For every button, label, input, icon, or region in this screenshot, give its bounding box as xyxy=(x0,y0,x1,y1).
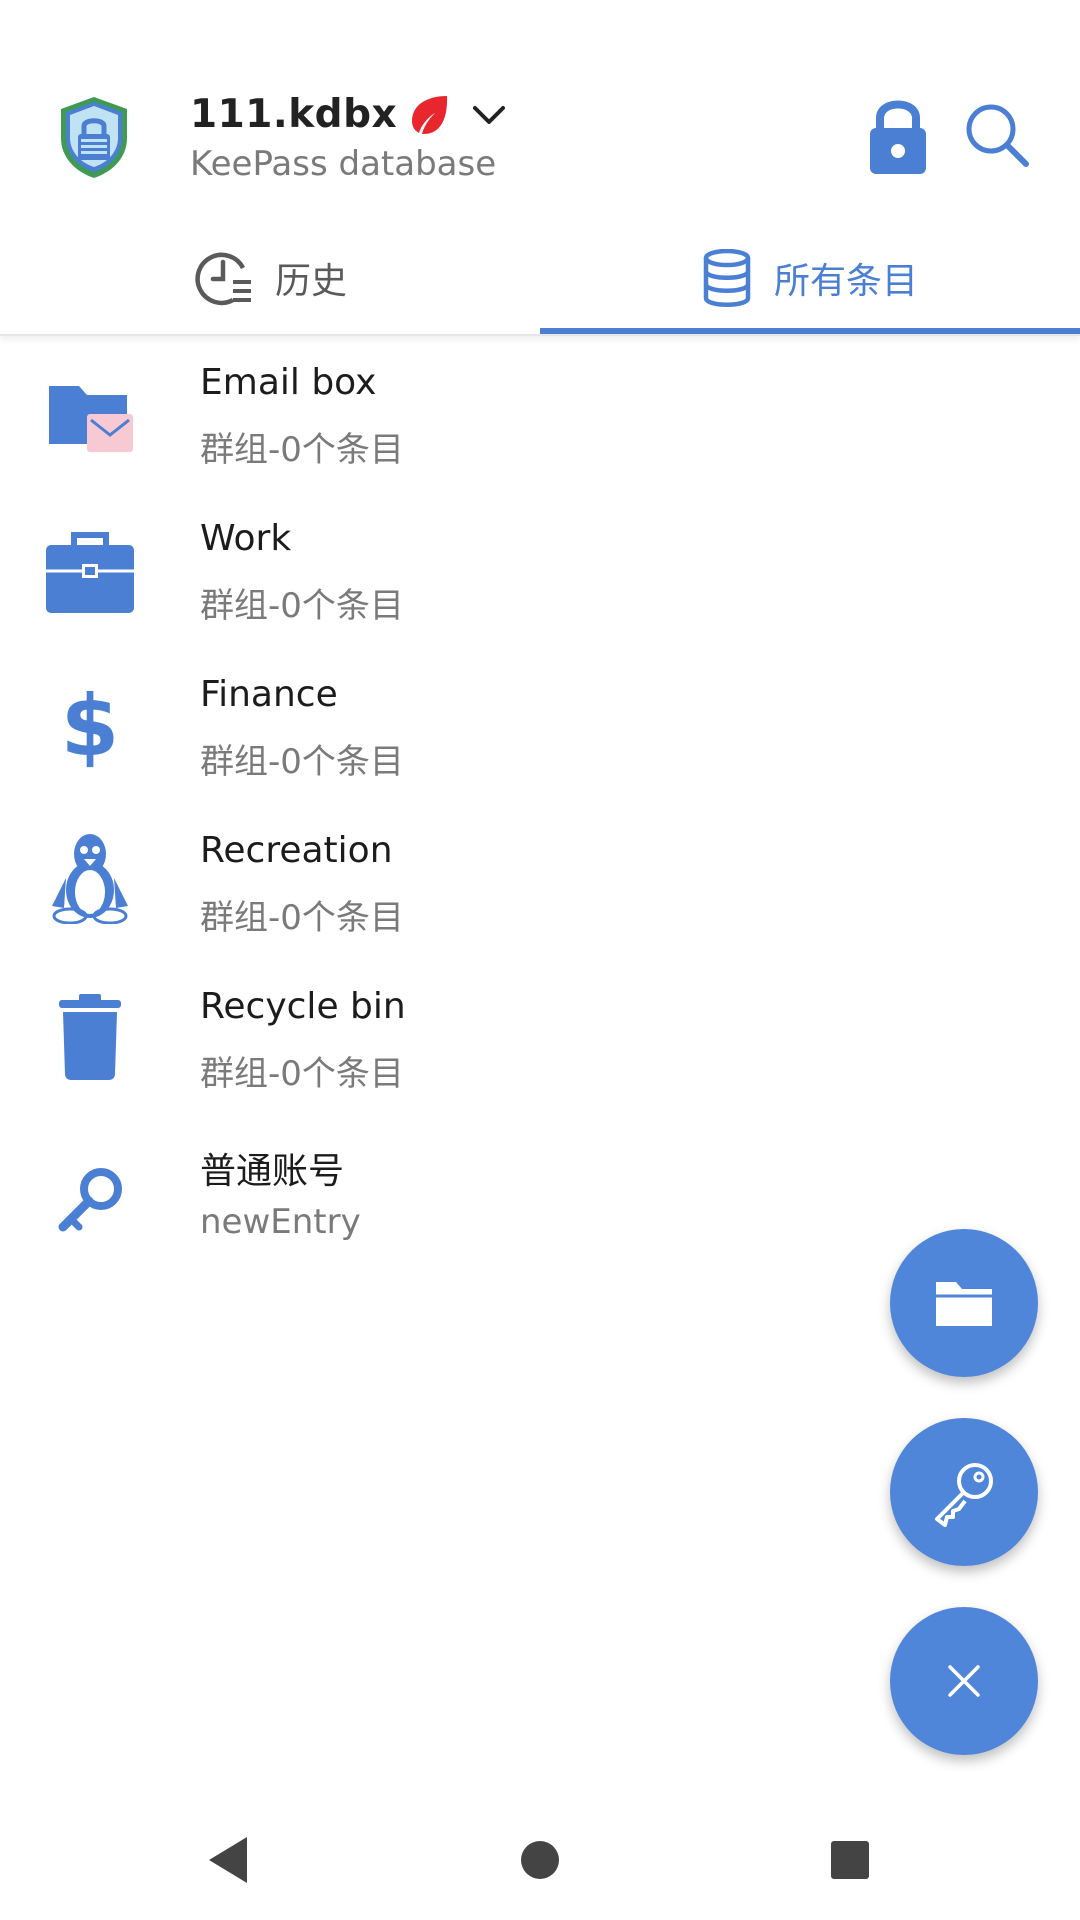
database-name: 111.kdbx xyxy=(190,92,398,137)
tab-all-entries-label: 所有条目 xyxy=(773,261,918,302)
list-item-subtitle: 群组-0个条目 xyxy=(200,586,404,626)
list-item-subtitle: 群组-0个条目 xyxy=(200,742,404,782)
penguin-icon xyxy=(40,826,140,926)
list-item-recreation[interactable]: Recreation 群组-0个条目 xyxy=(0,808,1080,964)
email-folder-icon xyxy=(40,368,140,468)
history-clock-icon xyxy=(195,252,251,306)
briefcase-icon xyxy=(40,522,140,622)
database-subtitle: KeePass database xyxy=(190,144,497,184)
tab-selected-indicator xyxy=(540,328,1080,334)
list-item-subtitle: 群组-0个条目 xyxy=(200,1054,404,1094)
list-item-title: Recreation xyxy=(200,830,393,871)
leaf-icon xyxy=(407,93,451,137)
tab-history-label: 历史 xyxy=(274,261,347,302)
database-selector[interactable]: 111.kdbx xyxy=(190,92,509,137)
add-group-icon xyxy=(936,1282,992,1326)
lock-button[interactable] xyxy=(862,96,934,176)
chevron-down-icon[interactable] xyxy=(469,95,509,135)
add-group-button[interactable] xyxy=(890,1229,1038,1377)
list-item-title: Finance xyxy=(200,674,338,715)
back-triangle-icon xyxy=(209,1837,247,1883)
svg-text:$: $ xyxy=(61,681,119,771)
home-button[interactable] xyxy=(510,1830,570,1890)
search-button[interactable] xyxy=(962,100,1032,170)
system-nav-bar xyxy=(0,1800,1080,1920)
dollar-icon: $ xyxy=(40,676,140,776)
home-circle-icon xyxy=(521,1841,559,1879)
keepass-screen: 111.kdbx KeePass database 历史 所有条目 Email … xyxy=(0,0,1080,1920)
list-item-email-box[interactable]: Email box 群组-0个条目 xyxy=(0,340,1080,496)
tab-bar: 历史 所有条目 xyxy=(0,220,1080,336)
back-button[interactable] xyxy=(198,1830,258,1890)
tab-history[interactable]: 历史 xyxy=(0,220,540,336)
list-item-recycle-bin[interactable]: Recycle bin 群组-0个条目 xyxy=(0,964,1080,1120)
add-entry-key-icon xyxy=(935,1463,993,1527)
close-fab-button[interactable] xyxy=(890,1607,1038,1755)
app-header: 111.kdbx KeePass database xyxy=(0,0,1080,220)
database-icon xyxy=(703,249,751,307)
list-item-title: 普通账号 xyxy=(200,1151,345,1192)
list-item-title: Work xyxy=(200,518,292,559)
recents-button[interactable] xyxy=(820,1830,880,1890)
list-item-title: Email box xyxy=(200,362,377,403)
add-entry-button[interactable] xyxy=(890,1418,1038,1566)
lock-icon xyxy=(870,100,926,174)
list-item-title: Recycle bin xyxy=(200,986,406,1027)
close-icon xyxy=(948,1665,980,1697)
list-item-subtitle: 群组-0个条目 xyxy=(200,430,404,470)
list-item-subtitle: 群组-0个条目 xyxy=(200,898,404,938)
trash-icon xyxy=(40,986,140,1086)
list-item-subtitle: newEntry xyxy=(200,1202,361,1242)
list-item-finance[interactable]: $ Finance 群组-0个条目 xyxy=(0,652,1080,808)
recents-square-icon xyxy=(831,1841,869,1879)
app-shield-logo xyxy=(56,94,132,180)
tab-all-entries[interactable]: 所有条目 xyxy=(540,220,1080,336)
key-icon xyxy=(40,1150,140,1250)
search-icon xyxy=(966,104,1029,167)
list-item-work[interactable]: Work 群组-0个条目 xyxy=(0,496,1080,652)
